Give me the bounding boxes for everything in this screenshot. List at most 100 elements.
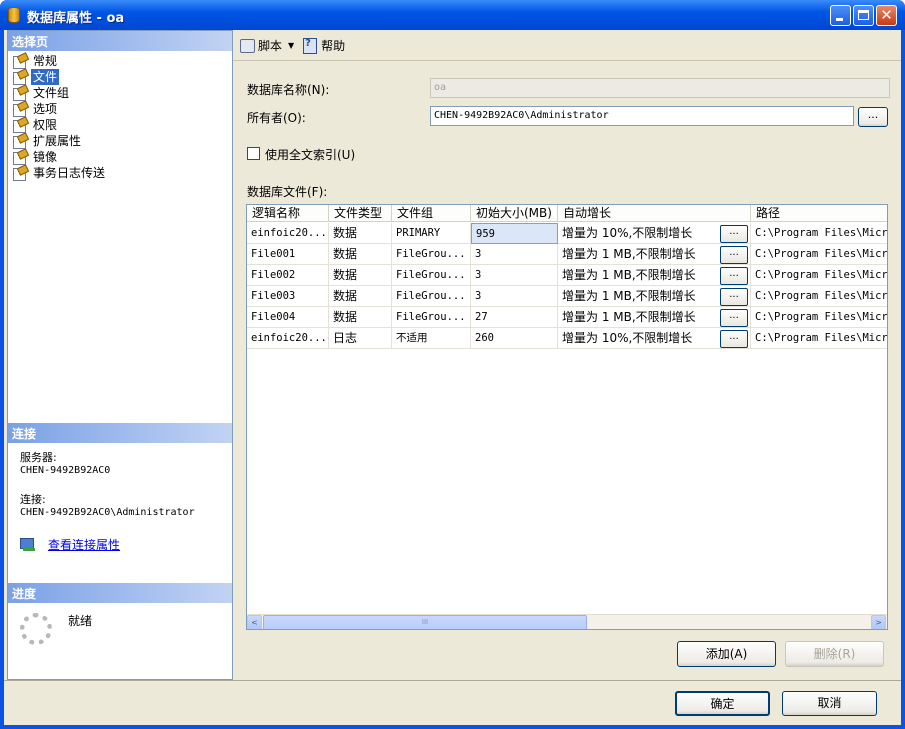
page-list: 常规 文件 文件组 选项 权限 扩展属性 镜像 事务日志传送 xyxy=(12,53,107,181)
scroll-right-button[interactable]: > xyxy=(871,615,886,629)
cell-group[interactable]: FileGrou... xyxy=(392,307,471,328)
cell-name-text: File002 xyxy=(251,269,296,281)
script-icon xyxy=(239,38,255,53)
table-row[interactable]: File003 数据 FileGrou... 3 增量为 1 MB,不限制增长... C:… xyxy=(247,286,888,307)
cell-size[interactable]: 260 xyxy=(471,328,558,349)
cell-group[interactable]: FileGrou... xyxy=(392,244,471,265)
cell-size[interactable]: 3 xyxy=(471,244,558,265)
help-button[interactable]: 帮助 xyxy=(302,37,345,54)
dropdown-arrow-icon[interactable]: ▼ xyxy=(288,41,294,50)
cell-size-text: 3 xyxy=(475,269,482,281)
page-item[interactable]: 事务日志传送 xyxy=(12,165,107,181)
growth-browse-button[interactable]: ... xyxy=(720,225,748,243)
page-item[interactable]: 镜像 xyxy=(12,149,107,165)
cell-type[interactable]: 数据 xyxy=(329,286,392,307)
maximize-button[interactable] xyxy=(853,5,874,26)
cell-type[interactable]: 数据 xyxy=(329,265,392,286)
ok-button[interactable]: 确定 xyxy=(675,691,770,716)
horizontal-scrollbar[interactable]: < III > xyxy=(247,614,887,629)
cell-growth[interactable]: 增量为 1 MB,不限制增长... xyxy=(558,286,751,307)
cell-name[interactable]: File001 xyxy=(247,244,329,265)
page-item-label: 镜像 xyxy=(33,150,58,164)
cell-type[interactable]: 数据 xyxy=(329,307,392,328)
column-header[interactable]: 文件组 xyxy=(392,205,471,222)
connection-properties-icon xyxy=(20,537,36,552)
page-item[interactable]: 文件组 xyxy=(12,85,107,101)
growth-browse-button[interactable]: ... xyxy=(720,330,748,348)
scroll-left-button[interactable]: < xyxy=(247,615,262,629)
cell-path-text: C:\Program Files\Micro xyxy=(755,290,888,302)
minimize-icon xyxy=(836,18,843,21)
cell-path[interactable]: C:\Program Files\Micro xyxy=(751,286,888,307)
cell-path[interactable]: C:\Program Files\Micro xyxy=(751,307,887,328)
cell-type[interactable]: 日志 xyxy=(329,328,392,349)
cell-growth-text: 增量为 10%,不限制增长 xyxy=(562,226,693,240)
cell-group[interactable]: FileGrou... xyxy=(392,265,471,286)
script-label: 脚本 xyxy=(258,38,283,53)
owner-browse-button[interactable]: ... xyxy=(858,107,888,127)
cell-name[interactable]: File004 xyxy=(247,307,329,328)
cell-size-text: 959 xyxy=(476,228,495,240)
cell-type[interactable]: 数据 xyxy=(329,244,392,265)
cell-group[interactable]: FileGrou... xyxy=(392,286,471,307)
add-button[interactable]: 添加(A) xyxy=(677,641,776,667)
page-item-label: 选项 xyxy=(33,102,58,116)
page-item[interactable]: 选项 xyxy=(12,101,107,117)
cell-path[interactable]: C:\Program Files\Micro xyxy=(751,265,888,286)
fulltext-checkbox[interactable] xyxy=(247,147,260,160)
column-header[interactable]: 自动增长 xyxy=(558,205,751,222)
close-button[interactable]: ✕ xyxy=(876,5,897,26)
cell-group[interactable]: PRIMARY xyxy=(392,223,471,244)
page-item[interactable]: 常规 xyxy=(12,53,107,69)
column-header[interactable]: 逻辑名称 xyxy=(247,205,329,222)
scroll-thumb[interactable]: III xyxy=(263,615,587,629)
page-item[interactable]: 扩展属性 xyxy=(12,133,107,149)
title-bar[interactable]: 数据库属性 - oa ✕ xyxy=(0,0,905,30)
cell-path-text: C:\Program Files\Micro xyxy=(755,269,888,281)
column-header[interactable]: 初始大小(MB) xyxy=(471,205,558,222)
table-row[interactable]: einfoic20... 日志 不适用 260 增量为 10%,不限制增长... C:\P… xyxy=(247,328,887,349)
cell-growth[interactable]: 增量为 1 MB,不限制增长... xyxy=(558,265,751,286)
page-item[interactable]: 权限 xyxy=(12,117,107,133)
cell-size[interactable]: 3 xyxy=(471,286,558,307)
view-connection-properties[interactable]: 查看连接属性 xyxy=(20,536,120,553)
cell-path[interactable]: C:\Program Files\Micro xyxy=(751,328,887,349)
table-row[interactable]: File001 数据 FileGrou... 3 增量为 1 MB,不限制增长... C:… xyxy=(247,244,887,265)
column-header[interactable]: 路径 xyxy=(751,205,887,222)
table-row[interactable]: File004 数据 FileGrou... 27 增量为 1 MB,不限制增长... C… xyxy=(247,307,887,328)
growth-browse-button[interactable]: ... xyxy=(720,246,748,264)
cancel-button[interactable]: 取消 xyxy=(782,691,877,716)
table-row[interactable]: einfoic20... 数据 PRIMARY 959 增量为 10%,不限制增长...… xyxy=(247,223,887,244)
view-connection-link[interactable]: 查看连接属性 xyxy=(48,536,120,553)
cell-name[interactable]: einfoic20... xyxy=(247,223,329,244)
cell-size[interactable]: 27 xyxy=(471,307,558,328)
cell-name[interactable]: einfoic20... xyxy=(247,328,329,349)
growth-browse-button[interactable]: ... xyxy=(720,267,748,285)
cell-growth[interactable]: 增量为 10%,不限制增长... xyxy=(558,223,751,244)
page-item-label: 常规 xyxy=(33,54,58,68)
growth-browse-button[interactable]: ... xyxy=(720,309,748,327)
cell-growth[interactable]: 增量为 1 MB,不限制增长... xyxy=(558,244,751,265)
owner-field[interactable]: CHEN-9492B92AC0\Administrator xyxy=(430,106,854,126)
page-item[interactable]: 文件 xyxy=(12,69,107,85)
cell-growth[interactable]: 增量为 10%,不限制增长... xyxy=(558,328,751,349)
minimize-button[interactable] xyxy=(830,5,851,26)
cell-size[interactable]: 3 xyxy=(471,265,558,286)
column-header[interactable]: 文件类型 xyxy=(329,205,392,222)
cell-name[interactable]: File003 xyxy=(247,286,329,307)
remove-button[interactable]: 删除(R) xyxy=(785,641,884,667)
cell-group[interactable]: 不适用 xyxy=(392,328,471,349)
growth-browse-button[interactable]: ... xyxy=(720,288,748,306)
script-button[interactable]: 脚本 ▼ xyxy=(239,37,294,54)
progress-spinner-icon xyxy=(20,613,52,645)
cell-path[interactable]: C:\Program Files\Micro xyxy=(751,223,887,244)
cell-name[interactable]: File002 xyxy=(247,265,329,286)
cell-growth[interactable]: 增量为 1 MB,不限制增长... xyxy=(558,307,751,328)
cell-group-text: FileGrou... xyxy=(396,311,466,323)
cell-path[interactable]: C:\Program Files\Micro xyxy=(751,244,887,265)
table-row[interactable]: File002 数据 FileGrou... 3 增量为 1 MB,不限制增长... C:… xyxy=(247,265,888,286)
cell-type[interactable]: 数据 xyxy=(329,223,392,244)
cell-growth-text: 增量为 1 MB,不限制增长 xyxy=(562,310,696,324)
cell-size[interactable]: 959 xyxy=(471,223,558,244)
cell-growth-text: 增量为 1 MB,不限制增长 xyxy=(562,268,696,282)
